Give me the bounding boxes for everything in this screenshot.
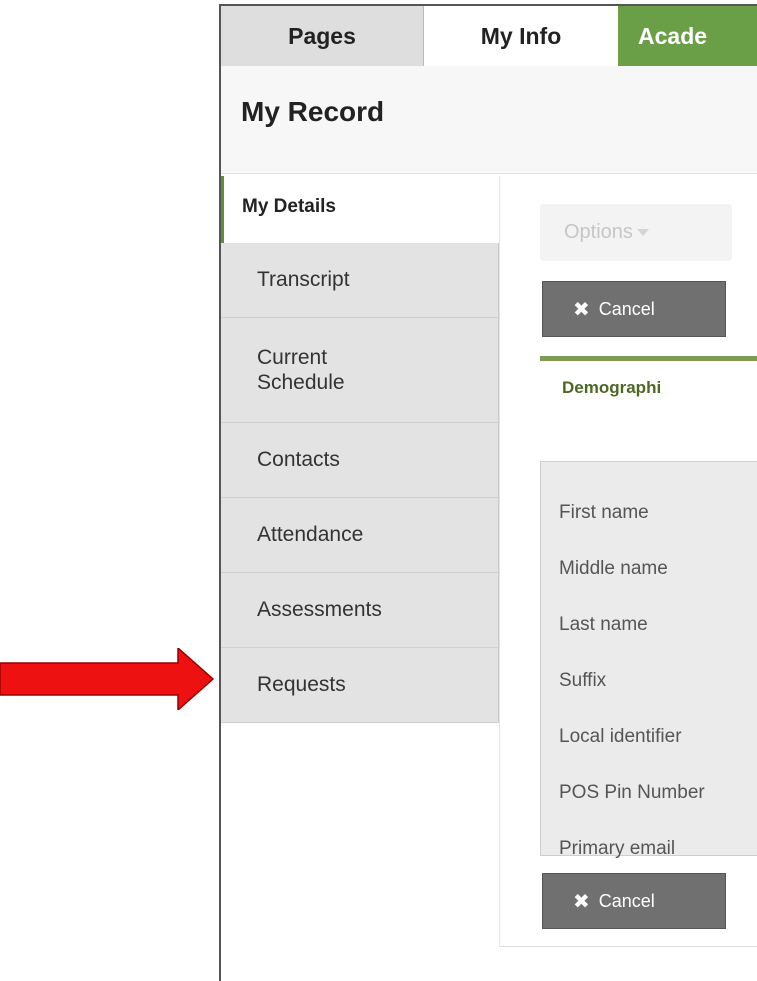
sidebar-item-contacts[interactable]: Contacts bbox=[221, 423, 499, 498]
sidebar-item-label: Transcript bbox=[257, 268, 350, 291]
tab-my-info[interactable]: My Info bbox=[424, 6, 618, 66]
sidebar-item-transcript[interactable]: Transcript bbox=[221, 243, 499, 318]
page-header: My Record bbox=[221, 66, 757, 174]
demographics-fields: First name Middle name Last name Suffix … bbox=[540, 461, 757, 859]
sidebar-item-label: Requests bbox=[257, 673, 346, 696]
sidebar-item-assessments[interactable]: Assessments bbox=[221, 573, 499, 648]
sidebar: Transcript Current Schedule Contacts Att… bbox=[221, 243, 499, 723]
top-tab-bar: Pages My Info Acade bbox=[221, 6, 757, 66]
app-frame: Pages My Info Acade My Record My Details… bbox=[219, 4, 757, 981]
field-label-middle-name: Middle name bbox=[559, 558, 668, 579]
cancel-label: Cancel bbox=[598, 890, 655, 911]
page-title: My Record bbox=[241, 96, 385, 127]
x-icon: ✖ bbox=[573, 890, 590, 913]
sidebar-item-label: Attendance bbox=[257, 523, 364, 546]
cancel-button-top[interactable]: ✖ Cancel bbox=[542, 281, 726, 337]
cancel-label: Cancel bbox=[598, 298, 655, 319]
field-label-pos-pin-number: POS Pin Number bbox=[559, 782, 705, 803]
sidebar-item-current-schedule[interactable]: Current Schedule bbox=[221, 318, 499, 423]
right-arrow-icon bbox=[0, 648, 215, 710]
sidebar-item-label: Current Schedule bbox=[257, 346, 345, 394]
options-dropdown[interactable]: Options bbox=[540, 204, 732, 261]
field-label-suffix: Suffix bbox=[559, 670, 607, 691]
tab-demographics[interactable]: Demographi bbox=[562, 378, 661, 398]
sidebar-item-requests[interactable]: Requests bbox=[221, 648, 499, 723]
subtab-indicator bbox=[540, 356, 757, 361]
sidebar-item-label: Contacts bbox=[257, 448, 340, 471]
field-label-first-name: First name bbox=[559, 502, 649, 523]
tab-academics[interactable]: Acade bbox=[618, 6, 757, 66]
tab-pages[interactable]: Pages bbox=[221, 6, 424, 66]
sidebar-item-label: My Details bbox=[242, 196, 336, 217]
x-icon: ✖ bbox=[573, 298, 590, 321]
options-label: Options bbox=[564, 221, 633, 243]
cancel-button-bottom[interactable]: ✖ Cancel bbox=[542, 873, 726, 929]
main-content: Options ✖ Cancel Demographi First name M… bbox=[499, 176, 757, 947]
field-label-last-name: Last name bbox=[559, 614, 648, 635]
field-label-local-identifier: Local identifier bbox=[559, 726, 682, 747]
field-label-primary-email: Primary email bbox=[559, 838, 676, 859]
caret-down-icon bbox=[636, 229, 649, 236]
sidebar-item-attendance[interactable]: Attendance bbox=[221, 498, 499, 573]
sidebar-item-my-details[interactable]: My Details bbox=[221, 176, 499, 243]
sidebar-item-label: Assessments bbox=[257, 598, 382, 621]
